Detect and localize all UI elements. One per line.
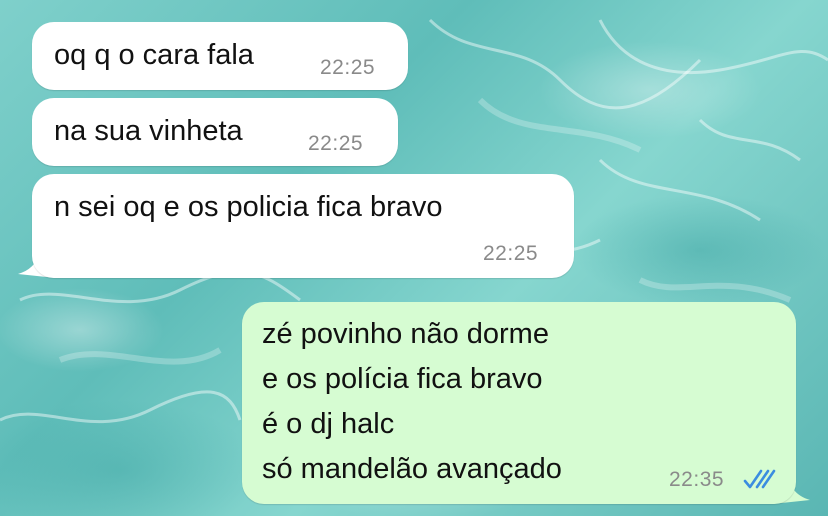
- message-timestamp: 22:35: [669, 468, 725, 491]
- incoming-message-3[interactable]: n sei oq e os policia fica bravo 22:25: [32, 174, 574, 278]
- message-text-block: zé povinho não dorme e os polícia fica b…: [262, 312, 562, 492]
- message-line: é o dj halc: [262, 408, 395, 440]
- message-timestamp: 22:25: [308, 132, 364, 155]
- message-text: na sua vinheta: [54, 115, 243, 147]
- incoming-message-2[interactable]: na sua vinheta 22:25: [32, 98, 398, 166]
- message-timestamp: 22:25: [320, 56, 376, 79]
- message-line: zé povinho não dorme: [262, 318, 549, 350]
- message-line: só mandelão avançado: [262, 453, 562, 485]
- incoming-message-1[interactable]: oq q o cara fala 22:25: [32, 22, 408, 90]
- message-line: e os polícia fica bravo: [262, 363, 543, 395]
- double-check-read-icon: [743, 469, 776, 489]
- message-text: oq q o cara fala: [54, 39, 254, 71]
- message-text: n sei oq e os policia fica bravo: [54, 191, 443, 223]
- outgoing-message-1[interactable]: zé povinho não dorme e os polícia fica b…: [242, 302, 796, 504]
- message-timestamp: 22:25: [483, 242, 539, 265]
